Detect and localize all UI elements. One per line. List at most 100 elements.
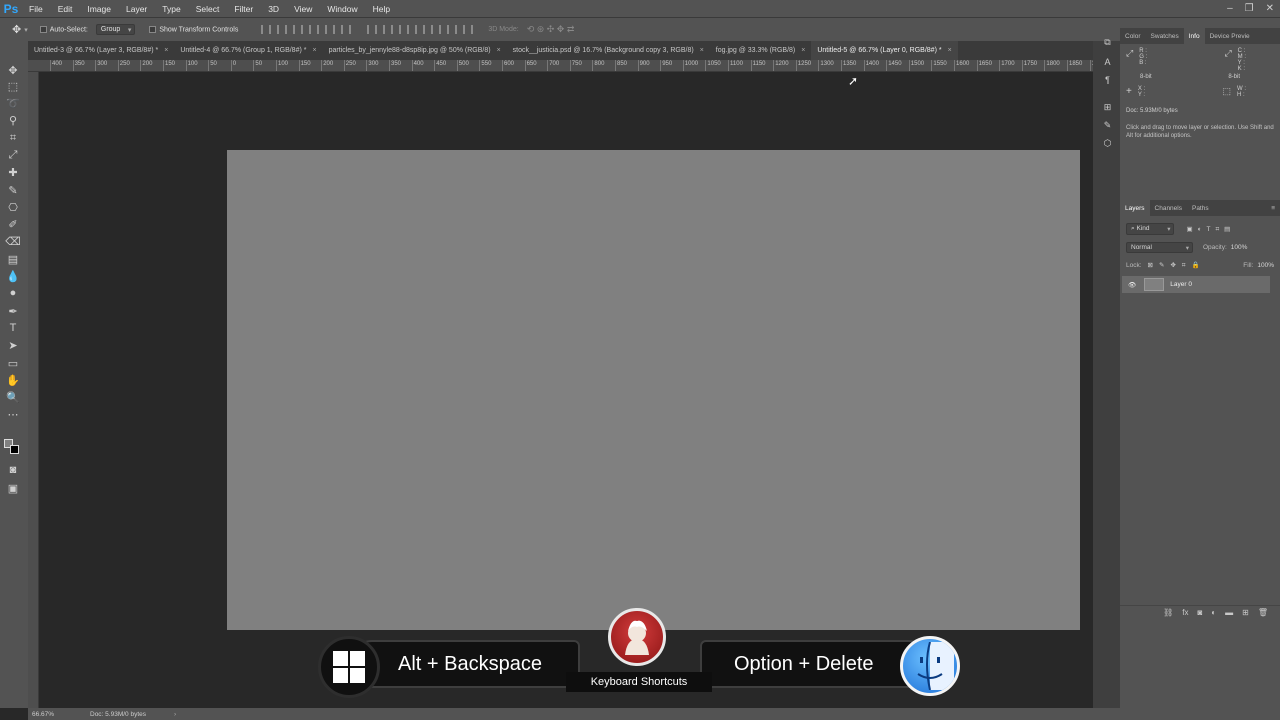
menu-image[interactable]: Image — [80, 4, 119, 14]
tool-preset-dropdown-icon[interactable]: ▾ — [24, 26, 28, 34]
path-selection-tool-icon[interactable]: ➤ — [6, 338, 20, 352]
close-tab-icon[interactable]: × — [801, 47, 805, 54]
minimize-icon[interactable]: – — [1227, 3, 1233, 14]
quick-select-tool-icon[interactable]: ⚲ — [6, 113, 20, 127]
close-tab-icon[interactable]: × — [312, 47, 316, 54]
screen-mode-icon[interactable]: ▣ — [6, 481, 20, 495]
document-tabs: Untitled-3 @ 66.7% (Layer 3, RGB/8#) * × … — [28, 41, 1093, 60]
ruler-tick: 1550 — [931, 60, 947, 71]
close-tab-icon[interactable]: × — [497, 47, 501, 54]
opacity-value[interactable]: 100% — [1231, 244, 1248, 251]
gradient-tool-icon[interactable]: ▤ — [6, 252, 20, 266]
crop-tool-icon[interactable]: ⌗ — [6, 131, 20, 145]
menu-help[interactable]: Help — [366, 4, 398, 14]
history-panel-icon[interactable]: ⧉ — [1102, 37, 1113, 48]
more-tools-icon[interactable]: ⋯ — [6, 407, 20, 421]
menu-filter[interactable]: Filter — [227, 4, 261, 14]
tab-device-preview[interactable]: Device Previe — [1205, 28, 1255, 44]
horizontal-ruler[interactable]: 400 350 300 250 200 150 100 50 0 50 100 150 200 250 30… — [28, 60, 1093, 72]
marquee-tool-icon[interactable]: ⬚ — [6, 79, 20, 93]
tab-channels[interactable]: Channels — [1150, 200, 1187, 216]
new-layer-icon[interactable]: ⊞ — [1242, 608, 1249, 617]
vertical-ruler[interactable] — [28, 72, 39, 708]
brush-panel-icon[interactable]: ✎ — [1102, 120, 1113, 131]
adjustment-layer-icon[interactable]: ◐ — [1211, 608, 1216, 617]
eyedropper-tool-icon[interactable]: ⤢ — [6, 148, 20, 162]
layer-name[interactable]: Layer 0 — [1170, 281, 1192, 288]
tab-swatches[interactable]: Swatches — [1146, 28, 1184, 44]
auto-select-target-select[interactable]: Group ▾ — [95, 24, 136, 35]
eyedropper-icon[interactable]: ⤢ — [1224, 48, 1231, 74]
tab-fog[interactable]: fog.jpg @ 33.3% (RGB/8) × — [709, 41, 812, 60]
tab-stock-justicia[interactable]: stock__justicia.psd @ 16.7% (Background … — [506, 41, 710, 60]
zoom-tool-icon[interactable]: 🔍 — [6, 390, 20, 404]
3d-mode-icons[interactable]: ⟲ ⊛ ✣ ✥ ⇄ — [527, 24, 575, 35]
tab-info[interactable]: Info — [1183, 28, 1205, 44]
lasso-tool-icon[interactable]: ➰ — [6, 96, 20, 110]
3d-panel-icon[interactable]: ⬡ — [1102, 138, 1113, 149]
tab-untitled-4[interactable]: Untitled-4 @ 66.7% (Group 1, RGB/8#) * × — [174, 41, 323, 60]
close-icon[interactable]: ✕ — [1266, 3, 1274, 14]
history-brush-tool-icon[interactable]: ✐ — [6, 217, 20, 231]
rectangle-tool-icon[interactable]: ▭ — [6, 356, 20, 370]
menu-edit[interactable]: Edit — [51, 4, 81, 14]
tab-untitled-5[interactable]: Untitled-5 @ 66.7% (Layer 0, RGB/8#) * × — [811, 41, 958, 60]
dodge-tool-icon[interactable]: ● — [6, 286, 20, 300]
link-layers-icon[interactable]: ⛓ — [1163, 608, 1173, 617]
menu-window[interactable]: Window — [320, 4, 365, 14]
zoom-level[interactable]: 66.67% — [32, 711, 82, 718]
tab-untitled-3[interactable]: Untitled-3 @ 66.7% (Layer 3, RGB/8#) * × — [28, 41, 175, 60]
hand-tool-icon[interactable]: ✋ — [6, 373, 20, 387]
delete-layer-icon[interactable]: 🗑 — [1258, 608, 1268, 617]
blend-mode-select[interactable]: Normal ▾ — [1126, 241, 1193, 253]
tab-label: particles_by_jennyle88-d8sp8ip.jpg @ 50%… — [328, 47, 491, 54]
fill-value[interactable]: 100% — [1257, 262, 1274, 269]
tab-layers[interactable]: Layers — [1120, 200, 1150, 216]
move-tool-icon[interactable]: ✥ — [6, 63, 20, 77]
close-tab-icon[interactable]: × — [948, 47, 952, 54]
restore-icon[interactable]: ❐ — [1245, 3, 1254, 14]
document-canvas[interactable] — [227, 150, 1080, 630]
pen-tool-icon[interactable]: ✒ — [6, 304, 20, 318]
menu-type[interactable]: Type — [155, 4, 188, 14]
menu-file[interactable]: File — [22, 4, 51, 14]
auto-select-checkbox[interactable]: Auto-Select: — [39, 25, 88, 33]
background-color-swatch[interactable] — [10, 445, 19, 454]
tab-particles[interactable]: particles_by_jennyle88-d8sp8ip.jpg @ 50%… — [322, 41, 507, 60]
status-menu-arrow-icon[interactable]: › — [174, 711, 176, 718]
tab-color[interactable]: Color — [1120, 28, 1146, 44]
layer-filter-icons[interactable]: ▣◐T⌗▤ — [1186, 225, 1235, 234]
healing-brush-tool-icon[interactable]: ✚ — [6, 165, 20, 179]
distribute-icons[interactable] — [364, 25, 476, 34]
add-mask-icon[interactable]: ◙ — [1197, 608, 1202, 617]
visibility-eye-icon[interactable]: 👁 — [1128, 281, 1136, 289]
clone-stamp-tool-icon[interactable]: ⎔ — [6, 200, 20, 214]
eraser-tool-icon[interactable]: ⌫ — [5, 234, 21, 248]
ruler-tick: 1650 — [976, 60, 992, 71]
eyedropper-icon[interactable]: ⤢ — [1126, 48, 1133, 74]
menu-select[interactable]: Select — [189, 4, 228, 14]
quick-mask-icon[interactable]: ◙ — [6, 463, 20, 477]
tab-paths[interactable]: Paths — [1187, 200, 1214, 216]
move-tool-icon[interactable]: ✥ — [12, 23, 21, 36]
menu-view[interactable]: View — [287, 4, 320, 14]
actions-panel-icon[interactable]: ⊞ — [1102, 102, 1113, 113]
show-transform-checkbox[interactable]: Show Transform Controls — [149, 25, 238, 33]
menu-layer[interactable]: Layer — [119, 4, 155, 14]
panel-menu-icon[interactable]: ≡ — [1271, 205, 1275, 212]
blur-tool-icon[interactable]: 💧 — [6, 269, 20, 283]
character-panel-icon[interactable]: A — [1102, 56, 1113, 67]
paragraph-panel-icon[interactable]: ¶ — [1102, 74, 1113, 85]
align-icons[interactable] — [258, 25, 354, 34]
menu-3d[interactable]: 3D — [261, 4, 287, 14]
close-tab-icon[interactable]: × — [164, 47, 168, 54]
layer-kind-filter[interactable]: ⌕ Kind ▾ — [1126, 223, 1175, 235]
close-tab-icon[interactable]: × — [700, 47, 704, 54]
new-group-icon[interactable]: ▬ — [1225, 608, 1233, 617]
doc-size[interactable]: Doc: 5.93M/0 bytes — [90, 711, 146, 718]
brush-tool-icon[interactable]: ✎ — [6, 183, 20, 197]
lock-icons[interactable]: ⊠✎✥⌗🔒 — [1148, 261, 1206, 270]
layer-row[interactable]: 👁 Layer 0 — [1122, 276, 1270, 293]
layer-style-icon[interactable]: fx — [1182, 608, 1188, 617]
type-tool-icon[interactable]: T — [6, 321, 20, 335]
